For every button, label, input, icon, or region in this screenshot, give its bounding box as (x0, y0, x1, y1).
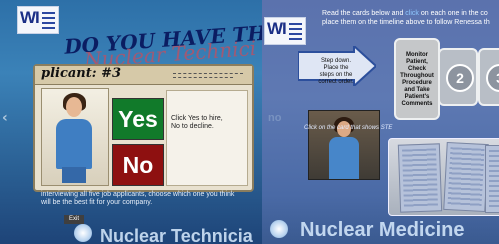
step-number-3: 3 (486, 64, 499, 92)
exit-button[interactable]: Exit (64, 215, 84, 224)
logo-text: WI (267, 19, 287, 38)
step-card-3[interactable]: 3 (478, 48, 499, 106)
instruction-line-2: place them on the timeline above to foll… (322, 19, 490, 26)
instruction-part-2: on each one in the co (420, 10, 488, 17)
step-card-1-text: Monitor Patient, Check Throughout Proced… (400, 52, 434, 107)
left-panel: WI DO YOU HAVE THE SKILLS Nuclear Techni… (0, 0, 262, 244)
info-text: interviewing all five job applicants, ch… (41, 191, 235, 206)
instruction-part-1: Read the cards below and (322, 10, 404, 17)
previous-arrow-icon[interactable]: ‹ (2, 110, 12, 130)
right-panel: WI Read the cards below and click on eac… (262, 0, 499, 244)
instruction-text: Read the cards below and click on each o… (322, 9, 490, 27)
footer-title: Nuclear Technicia (100, 226, 253, 244)
document-card[interactable] (485, 145, 499, 213)
document-card[interactable] (443, 141, 489, 213)
instruction-note: Click Yes to hire, No to decline. (166, 90, 248, 186)
footer-title: Nuclear Medicine (300, 219, 465, 241)
company-logo: WI (17, 6, 59, 34)
card-caption: Click on the card that shows STE (304, 125, 393, 131)
dialog-header: plicant: #3 (35, 66, 252, 85)
applicant-dialog: plicant: #3 Yes No Click Yes to hire, No… (33, 64, 254, 192)
video-thumbnail[interactable] (308, 110, 380, 180)
applicant-portrait (41, 88, 109, 186)
arrow-card-text: Step down. Place the steps on the correc… (318, 58, 354, 85)
step-card-2[interactable]: 2 (438, 48, 478, 106)
no-button[interactable]: No (112, 144, 164, 186)
atom-icon (74, 224, 92, 242)
applicant-label: plicant: #3 (41, 66, 122, 81)
step-arrow-card[interactable]: Step down. Place the steps on the correc… (298, 46, 376, 86)
instruction-line-1: Click Yes to hire, (171, 115, 223, 122)
document-cards-tray[interactable] (388, 138, 499, 216)
step-number-2: 2 (446, 64, 474, 92)
instruction-line-2: No to decline. (171, 123, 214, 130)
company-logo: WI (264, 17, 306, 45)
step-card-1[interactable]: Monitor Patient, Check Throughout Proced… (394, 38, 440, 120)
document-card[interactable] (397, 143, 443, 213)
instruction-highlight: click (405, 10, 419, 17)
logo-text: WI (20, 8, 40, 27)
yes-button[interactable]: Yes (112, 98, 164, 140)
atom-icon (270, 220, 288, 238)
faded-text: no (268, 112, 282, 124)
